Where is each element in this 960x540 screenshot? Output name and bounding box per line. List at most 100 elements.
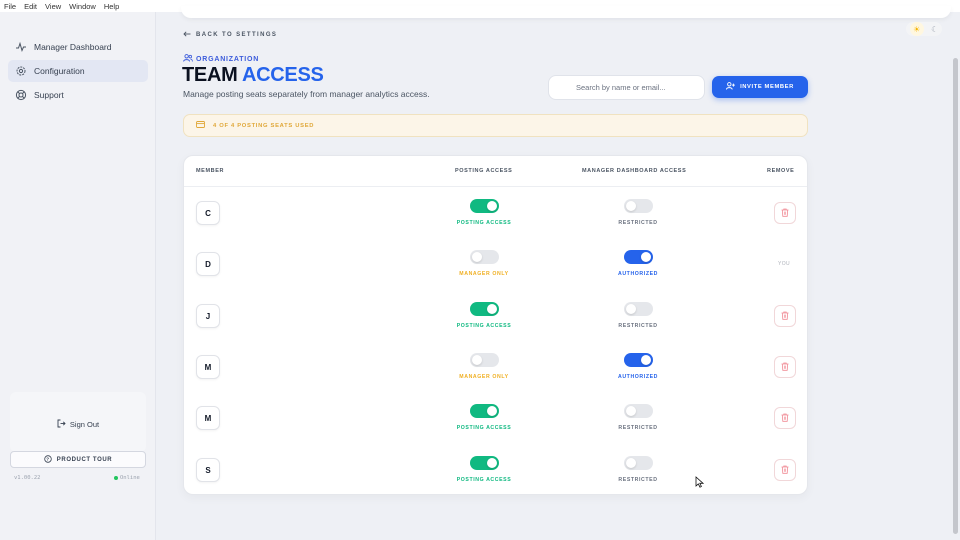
team-access-table: MEMBER POSTING ACCESS MANAGER DASHBOARD … xyxy=(183,155,808,495)
connection-status: Online xyxy=(114,475,140,481)
column-header-manager-access: MANAGER DASHBOARD ACCESS xyxy=(582,168,687,174)
menu-help[interactable]: Help xyxy=(104,2,119,11)
seats-usage-text: 4 OF 4 POSTING SEATS USED xyxy=(213,122,315,129)
remove-member-button[interactable] xyxy=(774,459,796,481)
mouse-cursor-icon xyxy=(695,475,705,493)
posting-access-toggle[interactable] xyxy=(470,456,499,470)
menu-view[interactable]: View xyxy=(45,2,61,11)
page-title: TEAM ACCESS xyxy=(182,64,324,87)
manager-access-status: RESTRICTED xyxy=(618,425,658,431)
remove-member-button[interactable] xyxy=(774,407,796,429)
column-header-remove: REMOVE xyxy=(767,168,795,174)
trash-icon xyxy=(781,358,789,376)
sidebar-item-configuration[interactable]: Configuration xyxy=(8,60,148,82)
invite-member-label: INVITE MEMBER xyxy=(740,84,794,90)
posting-access-status: POSTING ACCESS xyxy=(456,477,512,483)
sign-out-label: Sign Out xyxy=(69,420,100,429)
page-title-part1: TEAM xyxy=(182,64,238,86)
table-row: J POSTING ACCESS RESTRICTED xyxy=(184,291,807,342)
remove-member-button[interactable] xyxy=(774,356,796,378)
page-title-part2: ACCESS xyxy=(241,64,324,86)
manager-access-status: RESTRICTED xyxy=(618,220,658,226)
scrollbar[interactable] xyxy=(953,58,958,534)
toggle-knob xyxy=(626,406,636,416)
column-header-posting-access: POSTING ACCESS xyxy=(455,168,513,174)
sidebar-item-support[interactable]: Support xyxy=(8,84,148,106)
posting-access-status: POSTING ACCESS xyxy=(456,323,512,329)
table-row: D MANAGER ONLY AUTHORIZED YOU xyxy=(184,239,807,290)
table-header: MEMBER POSTING ACCESS MANAGER DASHBOARD … xyxy=(184,156,807,187)
moon-icon[interactable]: ☾ xyxy=(931,25,938,34)
member-avatar: C xyxy=(196,201,220,225)
sign-out-button[interactable]: Sign Out xyxy=(0,419,156,430)
section-label: ORGANIZATION xyxy=(183,54,259,64)
back-link-label: BACK TO SETTINGS xyxy=(196,32,278,38)
app-version: v1.00.22 xyxy=(14,475,41,481)
menu-edit[interactable]: Edit xyxy=(24,2,37,11)
remove-member-button[interactable] xyxy=(774,202,796,224)
posting-access-toggle[interactable] xyxy=(470,199,499,213)
user-plus-icon xyxy=(726,82,735,92)
posting-access-status: POSTING ACCESS xyxy=(456,220,512,226)
search-input[interactable]: Search by name or email... xyxy=(548,75,705,100)
trash-icon xyxy=(781,461,789,479)
toggle-knob xyxy=(472,355,482,365)
posting-access-toggle[interactable] xyxy=(470,404,499,418)
posting-access-status: MANAGER ONLY xyxy=(459,374,509,380)
seats-usage-banner: 4 OF 4 POSTING SEATS USED xyxy=(183,114,808,137)
users-icon xyxy=(183,54,193,64)
manager-access-status: RESTRICTED xyxy=(618,477,658,483)
member-avatar: D xyxy=(196,252,220,276)
sun-icon[interactable]: ☀ xyxy=(909,22,924,36)
sidebar-item-label: Support xyxy=(34,90,64,100)
manager-access-toggle[interactable] xyxy=(624,404,653,418)
posting-access-status: MANAGER ONLY xyxy=(459,271,509,277)
manager-access-toggle[interactable] xyxy=(624,456,653,470)
sidebar-item-label: Configuration xyxy=(34,66,85,76)
sign-out-icon xyxy=(57,419,66,430)
manager-access-status: AUTHORIZED xyxy=(617,374,658,380)
manager-access-toggle[interactable] xyxy=(624,250,653,264)
posting-access-toggle[interactable] xyxy=(470,250,499,264)
table-row: M POSTING ACCESS RESTRICTED xyxy=(184,393,807,444)
svg-text:?: ? xyxy=(46,456,49,461)
manager-access-toggle[interactable] xyxy=(624,302,653,316)
section-label-text: ORGANIZATION xyxy=(196,55,260,63)
trash-icon xyxy=(781,307,789,325)
manager-access-toggle[interactable] xyxy=(624,199,653,213)
posting-access-toggle[interactable] xyxy=(470,302,499,316)
member-avatar: M xyxy=(196,355,220,379)
menu-file[interactable]: File xyxy=(4,2,16,11)
posting-access-status: POSTING ACCESS xyxy=(456,425,512,431)
column-header-member: MEMBER xyxy=(196,168,225,174)
toggle-knob xyxy=(626,304,636,314)
product-tour-label: PRODUCT TOUR xyxy=(56,456,113,463)
page-subtitle: Manage posting seats separately from man… xyxy=(183,89,430,99)
theme-toggle[interactable]: ☀ ☾ xyxy=(906,22,942,36)
menu-window[interactable]: Window xyxy=(69,2,96,11)
toggle-knob xyxy=(626,201,636,211)
remove-member-button[interactable] xyxy=(774,305,796,327)
manager-access-status: RESTRICTED xyxy=(618,323,658,329)
table-row: M MANAGER ONLY AUTHORIZED xyxy=(184,342,807,393)
manager-access-toggle[interactable] xyxy=(624,353,653,367)
invite-member-button[interactable]: INVITE MEMBER xyxy=(712,76,808,98)
posting-access-toggle[interactable] xyxy=(470,353,499,367)
member-avatar: J xyxy=(196,304,220,328)
toggle-knob xyxy=(487,304,497,314)
sidebar-item-manager-dashboard[interactable]: Manager Dashboard xyxy=(8,36,148,58)
status-label: Online xyxy=(120,475,140,481)
table-row: C POSTING ACCESS RESTRICTED xyxy=(184,188,807,239)
arrow-left-icon xyxy=(183,31,191,39)
product-tour-button[interactable]: ? PRODUCT TOUR xyxy=(10,451,146,468)
current-user-label: YOU xyxy=(778,261,791,267)
status-dot-icon xyxy=(114,476,118,480)
back-to-settings-link[interactable]: BACK TO SETTINGS xyxy=(183,31,277,39)
toggle-knob xyxy=(487,201,497,211)
toggle-knob xyxy=(626,458,636,468)
member-avatar: M xyxy=(196,406,220,430)
toggle-knob xyxy=(641,355,651,365)
lifebuoy-icon xyxy=(15,89,27,101)
toggle-knob xyxy=(487,458,497,468)
gear-icon xyxy=(15,65,27,77)
